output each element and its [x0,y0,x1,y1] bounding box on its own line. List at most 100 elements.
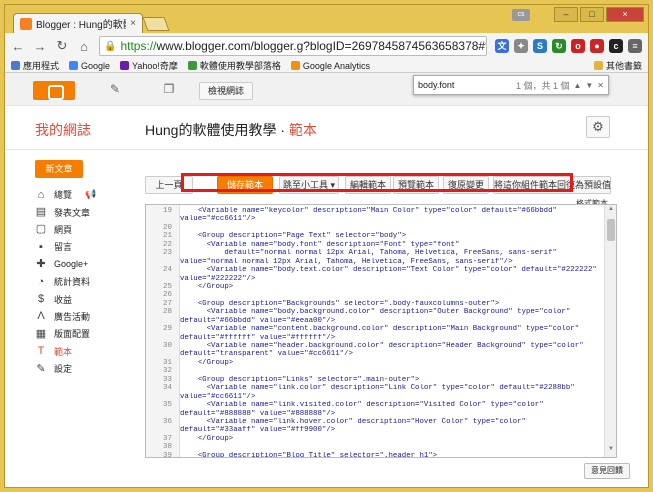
editor-scrollbar[interactable]: ▲ ▼ [604,205,616,457]
extension-icon[interactable]: ✦ [514,39,528,53]
code-line: 25 </Group> [146,283,602,291]
blog-header: 我的網誌 Hung的軟體使用教學 · 範本 ⚙ [5,106,648,150]
code-line: 21 <Group description="Page Text" select… [146,232,602,240]
sidebar-item-label: 收益 [54,294,73,305]
pencil-icon[interactable]: ✎ [101,82,129,100]
sidebar-item[interactable]: ◔ 統計資料 [35,273,125,290]
sidebar-item[interactable]: ▦ 版面配置 [35,325,125,342]
dark-extension-icon[interactable]: c [609,39,623,53]
home-icon[interactable]: ⌂ [77,39,91,54]
sidebar-item[interactable]: ▢ 網頁 [35,221,125,238]
lock-icon: 🔒 [104,40,117,52]
new-post-button[interactable]: 新文章 [35,160,83,178]
blogger-logo-icon[interactable] [33,81,75,100]
title-separator: · [276,122,289,138]
sidebar-item-label: 發表文章 [54,207,91,218]
red-extension-icon[interactable]: o [571,39,585,53]
sidebar-item-label: 統計資料 [54,277,91,288]
line-number [146,393,176,401]
bookmark-apps[interactable]: 應用程式 [11,59,59,72]
code-line: 38 [146,443,602,451]
feedback-button[interactable]: 意見回饋 [584,463,630,479]
bookmark-label: 軟體使用教學部落格 [199,61,281,71]
sidebar-item[interactable]: T 範本 [35,343,125,360]
find-next-icon[interactable]: ▼ [585,81,593,90]
other-bookmarks[interactable]: 其他書籤 [593,59,642,72]
bookmark-google-analytics[interactable]: Google Analytics [290,61,370,71]
preview-template-button[interactable]: 預覽範本 [393,176,439,194]
find-input[interactable]: body.font [418,80,512,90]
tab-title: Blogger : Hung的軟體使 [36,20,126,31]
find-prev-icon[interactable]: ▲ [573,81,581,90]
sidebar-item[interactable]: ▤ 發表文章 [35,203,125,220]
back-button[interactable]: 上一頁 [145,176,193,194]
url-scheme: https:// [120,39,157,53]
find-close-icon[interactable]: ✕ [597,81,604,90]
adblock-extension-icon[interactable]: ● [590,39,604,53]
menu-icon[interactable]: ≡ [628,39,642,53]
code-line: 34 <Variable name="link.color" descripti… [146,384,602,392]
line-text: <Variable name="link.hover.color" descri… [180,417,526,426]
blogger-favicon-icon [20,17,32,30]
browser-tab[interactable]: Blogger : Hung的軟體使 × [13,13,143,33]
line-number: 22 [162,240,172,249]
settings-gear-icon[interactable]: ⚙ [586,116,610,138]
sidebar-item-label: 版面配置 [54,329,91,340]
template-code-editor[interactable]: 19 <Variable name="keycolor" description… [145,204,617,458]
restore-default-button[interactable]: 將這你組件範本回復為預設值 [493,176,611,194]
user-badge[interactable]: cs [512,9,530,21]
sidebar-item[interactable]: $ 收益 [35,290,125,307]
copy-pages-icon[interactable]: ❐ [155,82,183,100]
line-text: <Variable name="content.background.color… [180,325,580,334]
skype-extension-icon[interactable]: S [533,39,547,53]
code-line: default="#33aaff" value="#ff9900"/> [146,426,602,434]
address-bar[interactable]: 🔒 https:// www.blogger.com/blogger.g?blo… [99,36,487,56]
bookmark-label: Google [81,60,111,71]
green-extension-icon[interactable]: ↻ [552,39,566,53]
code-lines: 19 <Variable name="keycolor" description… [146,207,602,457]
my-blogs-link[interactable]: 我的網誌 [35,120,91,140]
sidebar-item[interactable]: ✚ Google+ [35,256,125,273]
maximize-button[interactable]: □ [580,7,604,22]
code-line: 29 <Variable name="content.background.co… [146,325,602,333]
line-text: value="#222222"/> [180,274,256,283]
line-text [176,224,180,232]
back-arrow-icon[interactable]: ← [11,39,25,54]
new-tab-button[interactable] [142,17,170,31]
jump-to-widget-dropdown[interactable]: 跳至小工具 ▾ [279,176,339,194]
edit-template-button[interactable]: 編輯範本 [345,176,391,194]
folder-icon [593,61,603,70]
line-text: <Variable name="link.color" description=… [180,384,575,393]
minimize-button[interactable]: – [554,7,578,22]
browser-toolbar: ← → ↻ ⌂ 🔒 https:// www.blogger.com/blogg… [5,33,648,59]
translate-extension-icon[interactable]: 文 [495,39,509,53]
scroll-down-icon[interactable]: ▼ [605,446,616,456]
bookmark-yahoo[interactable]: Yahoo!奇摩 [120,59,178,72]
close-window-button[interactable]: × [606,7,644,22]
line-number: 20 [162,223,172,232]
browser-window: Blogger : Hung的軟體使 × cs – □ × ← → ↻ ⌂ 🔒 … [4,4,649,488]
sidebar-item[interactable]: ▪ 留言 [35,238,125,255]
line-text [176,367,180,375]
line-text: default="#888888" value="#888888"/> [180,409,336,418]
bookmark-label: Yahoo!奇摩 [132,61,178,71]
save-template-button[interactable]: 儲存範本 [217,176,273,194]
bookmark-google[interactable]: Google [69,61,110,71]
bookmark-software-blog[interactable]: 軟體使用教學部落格 [187,59,281,72]
line-number: 33 [162,375,172,384]
scroll-up-icon[interactable]: ▲ [605,206,616,216]
tab-close-icon[interactable]: × [130,18,136,29]
code-line: default="transparent" value="#cc6611"/> [146,350,602,358]
reload-icon[interactable]: ↻ [55,38,69,54]
line-number [146,410,176,418]
revert-changes-button[interactable]: 復原變更 [443,176,489,194]
sidebar-item-label: 留言 [54,242,73,253]
code-line: value="#222222"/> [146,275,602,283]
view-blog-button[interactable]: 檢視網誌 [199,82,254,100]
sidebar-item[interactable]: Λ 廣告活動 [35,308,125,325]
sidebar-item[interactable]: ✎ 設定 [35,360,125,377]
sidebar-item[interactable]: ⌂ 總覽 📢 [35,186,125,203]
forward-arrow-icon[interactable]: → [33,39,47,54]
sidebar-item-label: 設定 [54,364,73,375]
scrollbar-thumb[interactable] [607,219,615,241]
